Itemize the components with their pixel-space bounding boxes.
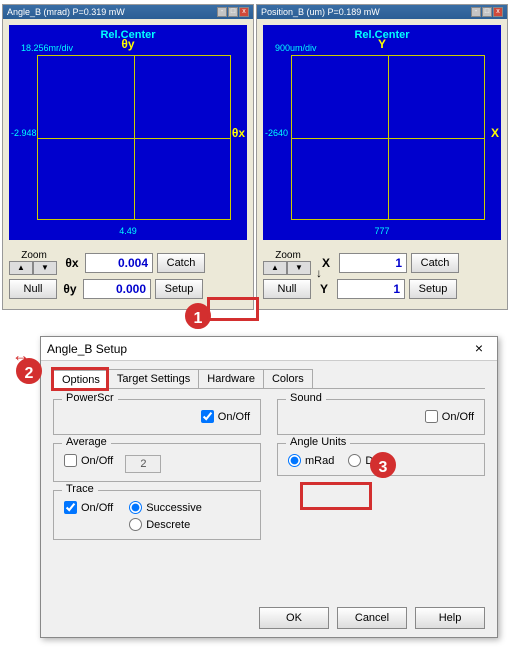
dialog-cancel-button[interactable]: Cancel [337,607,407,629]
setup-button[interactable]: Setup [155,279,203,299]
group-powerscr: PowerScr On/Off [53,399,261,435]
sound-onoff-label: On/Off [442,411,474,423]
theta-y-input[interactable] [83,279,151,299]
axis-x-label: X [491,126,499,140]
minimize-icon[interactable]: - [217,7,227,17]
annotation-one: 1 [185,303,211,329]
zoom-label: Zoom [9,250,59,261]
axis-bottom-value: 4.49 [119,226,137,236]
plot-frame [37,55,231,220]
axis-theta-x-label: θx [232,126,245,140]
average-onoff-checkbox[interactable]: On/Off [64,454,113,467]
group-average-title: Average [62,436,111,448]
zoom-out-button[interactable]: ▼ [33,261,57,275]
axis-theta-y-label: θy [121,37,134,51]
angle-unit-mrad[interactable]: mRad [288,454,334,467]
dialog-ok-button[interactable]: OK [259,607,329,629]
dialog-title: Angle_B Setup [47,342,127,356]
dialog-help-button[interactable]: Help [415,607,485,629]
axis-y-label: Y [378,37,386,51]
zoom-in-button[interactable]: ▲ [9,261,33,275]
y-label: Y [315,282,333,296]
catch-button[interactable]: Catch [411,253,459,273]
zoom-label: Zoom [263,250,313,261]
powerscr-onoff-label: On/Off [218,411,250,423]
group-sound-title: Sound [286,392,326,404]
angle-plot: Rel.Center 18.256mr/div θy θx -2.948 4.4… [9,25,247,240]
axis-left-value: -2.948 [11,128,37,138]
trace-mode-successive[interactable]: Successive [129,501,202,514]
position-window-titlebar: Position_B (um) P=0.189 mW - □ x [257,5,507,19]
angle-window-title: Angle_B (mrad) P=0.319 mW [7,7,125,17]
trace-onoff-label: On/Off [81,502,113,514]
annotation-arrow-icon: ↔ [12,345,30,366]
average-spin-input[interactable] [125,455,161,473]
close-icon[interactable]: x [239,7,249,17]
null-button[interactable]: Null [9,279,57,299]
close-icon[interactable]: x [493,7,503,17]
position-div-label: 900um/div [275,43,317,53]
position-window-title: Position_B (um) P=0.189 mW [261,7,380,17]
dialog-tabstrip: Options Target Settings Hardware Colors [53,369,485,389]
average-onoff-input[interactable] [64,454,77,467]
trace-onoff-checkbox[interactable]: On/Off [64,501,113,514]
tab-hardware[interactable]: Hardware [198,369,264,388]
position-plot: Rel.Center 900um/div Y X -2640 777 [263,25,501,240]
annotation-three: 3 [370,452,396,478]
group-trace-title: Trace [62,483,98,495]
theta-x-label: θx [63,256,81,270]
plot-frame [291,55,485,220]
y-input[interactable] [337,279,405,299]
powerscr-onoff-input[interactable] [201,410,214,423]
group-angle-units-title: Angle Units [286,436,350,448]
null-button[interactable]: Null [263,279,311,299]
group-sound: Sound On/Off [277,399,485,435]
trace-mode-descrete[interactable]: Descrete [129,518,202,531]
zoom-out-button[interactable]: ▼ [287,261,311,275]
tab-target-settings[interactable]: Target Settings [108,369,199,388]
group-average: Average On/Off [53,443,261,482]
axis-left-value: -2640 [265,128,288,138]
dialog-close-button[interactable]: × [467,340,491,358]
angle-div-label: 18.256mr/div [21,43,73,53]
x-label: X [317,256,335,270]
sound-onoff-checkbox[interactable]: On/Off [425,410,474,423]
position-window: Position_B (um) P=0.189 mW - □ x Rel.Cen… [256,4,508,310]
trace-onoff-input[interactable] [64,501,77,514]
tab-colors[interactable]: Colors [263,369,313,388]
angle-window: Angle_B (mrad) P=0.319 mW - □ x Rel.Cent… [2,4,254,310]
angle-window-titlebar: Angle_B (mrad) P=0.319 mW - □ x [3,5,253,19]
axis-bottom-value: 777 [374,226,389,236]
tab-options[interactable]: Options [53,370,109,389]
setup-dialog: Angle_B Setup × Options Target Settings … [40,336,498,638]
maximize-icon[interactable]: □ [228,7,238,17]
zoom-in-button[interactable]: ▲ [263,261,287,275]
dialog-titlebar: Angle_B Setup × [41,337,497,361]
maximize-icon[interactable]: □ [482,7,492,17]
sound-onoff-input[interactable] [425,410,438,423]
x-input[interactable] [339,253,407,273]
group-powerscr-title: PowerScr [62,392,118,404]
group-trace: Trace On/Off Successive Descrete [53,490,261,540]
setup-button[interactable]: Setup [409,279,457,299]
minimize-icon[interactable]: - [471,7,481,17]
powerscr-onoff-checkbox[interactable]: On/Off [201,410,250,423]
catch-button[interactable]: Catch [157,253,205,273]
theta-y-label: θy [61,282,79,296]
average-onoff-label: On/Off [81,455,113,467]
theta-x-input[interactable] [85,253,153,273]
